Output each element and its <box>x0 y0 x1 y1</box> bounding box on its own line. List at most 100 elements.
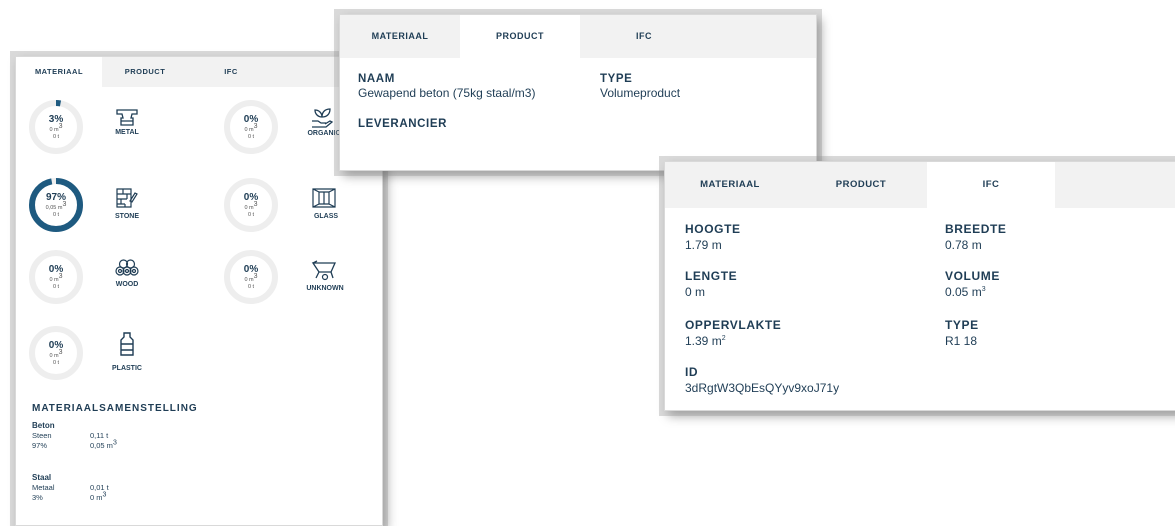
composition-title: MATERIAALSAMENSTELLING <box>32 403 198 414</box>
material-name: UNKNOWN <box>306 285 344 292</box>
material-percentage: 0% <box>243 192 259 203</box>
type-label: TYPE <box>600 73 633 85</box>
material-name: GLASS <box>313 213 339 220</box>
oppervlakte-value: 1.39 m2 <box>685 334 726 348</box>
material-volume: 0 m3 <box>244 201 258 211</box>
material-weight: 0 t <box>52 134 60 140</box>
composition-name: Beton <box>32 421 55 430</box>
breedte-value: 0.78 m <box>945 238 982 252</box>
composition-volume-value: 0 m <box>90 493 103 502</box>
composition-item-staal: Staal Metaal 0,01 t 3% 0 m3 <box>32 473 109 503</box>
type-value: Volumeproduct <box>600 86 681 100</box>
field-oppervlakte: OPPERVLAKTE 1.39 m2 <box>685 317 781 349</box>
composition-percentage: 97% <box>32 441 48 450</box>
product-panel: MATERIAAL PRODUCT IFC NAAM Gewapend beto… <box>339 14 817 171</box>
naam-label: NAAM <box>358 73 395 85</box>
donut-unknown: 0% 0 m3 0 t <box>223 249 279 305</box>
composition-volume: 0,05 m3 <box>90 439 117 451</box>
material-percentage: 0% <box>48 264 64 275</box>
material-name: METAL <box>115 129 139 136</box>
material-percentage: 0% <box>243 264 259 275</box>
material-percentage: 3% <box>48 114 64 125</box>
material-name: WOOD <box>115 281 139 288</box>
material-weight: 0 t <box>247 284 255 290</box>
composition-name: Staal <box>32 473 52 482</box>
donut-organic: 0% 0 m3 0 t <box>223 99 279 155</box>
volume-value: 0.05 m3 <box>945 285 986 299</box>
id-label: ID <box>685 365 699 379</box>
ifc-panel: MATERIAAL PRODUCT IFC HOOGTE 1.79 m BREE… <box>664 161 1175 411</box>
field-leverancier: LEVERANCIER <box>358 117 447 131</box>
material-percentage: 0% <box>48 340 64 351</box>
composition-category: Steen <box>32 431 52 440</box>
material-volume: 0 m3 <box>49 349 63 359</box>
type-value: R1 18 <box>945 334 978 348</box>
volume-number: 0.05 m <box>945 285 982 299</box>
window-icon <box>309 187 339 214</box>
composition-weight: 0,11 t <box>90 431 109 440</box>
material-weight: 0 t <box>52 360 60 366</box>
composition-item-beton: Beton Steen 0,11 t 97% 0,05 m3 <box>32 421 117 451</box>
volume-value: 0 m <box>49 353 59 359</box>
donut-plastic: 0% 0 m3 0 t <box>28 325 84 381</box>
lengte-value: 0 m <box>685 285 706 299</box>
material-panel: MATERIAAL PRODUCT IFC 3% 0 m3 0 t METAL … <box>15 56 383 526</box>
breedte-label: BREEDTE <box>945 222 1007 236</box>
material-panel-tabs: MATERIAAL PRODUCT IFC <box>16 57 382 87</box>
logs-icon <box>112 257 142 282</box>
material-volume: 0 m3 <box>49 273 63 283</box>
material-volume: 0,05 m3 <box>45 201 67 211</box>
field-id: ID 3dRgtW3QbEsQYyv9xoJ71y <box>685 364 839 396</box>
field-hoogte: HOOGTE 1.79 m <box>685 221 741 253</box>
material-weight: 0 t <box>52 212 60 218</box>
donut-stone: 97% 0,05 m3 0 t <box>28 177 84 233</box>
naam-value: Gewapend beton (75kg staal/m3) <box>358 86 536 100</box>
volume-label: VOLUME <box>945 269 1000 283</box>
material-volume: 0 m3 <box>244 273 258 283</box>
field-volume: VOLUME 0.05 m3 <box>945 268 1000 300</box>
bottle-icon <box>112 331 142 362</box>
field-breedte: BREEDTE 0.78 m <box>945 221 1007 253</box>
volume-value: 0 m <box>49 127 59 133</box>
tab-ifc[interactable]: IFC <box>927 162 1055 208</box>
brick-wall-icon <box>112 187 142 214</box>
material-volume: 0 m3 <box>244 123 258 133</box>
tab-materiaal[interactable]: MATERIAAL <box>340 15 460 58</box>
tab-product[interactable]: PRODUCT <box>102 57 188 87</box>
wheelbarrow-icon <box>309 259 339 286</box>
tab-ifc[interactable]: IFC <box>580 15 708 58</box>
volume-value: 0 m <box>244 277 254 283</box>
material-weight: 0 t <box>247 134 255 140</box>
tab-product[interactable]: PRODUCT <box>795 162 927 208</box>
field-type: TYPE R1 18 <box>945 317 979 349</box>
composition-category: Metaal <box>32 483 55 492</box>
tab-ifc[interactable]: IFC <box>188 57 274 87</box>
type-label: TYPE <box>945 318 979 332</box>
tab-materiaal[interactable]: MATERIAAL <box>665 162 795 208</box>
lengte-label: LENGTE <box>685 269 738 283</box>
material-weight: 0 t <box>52 284 60 290</box>
volume-value: 0 m <box>244 127 254 133</box>
field-lengte: LENGTE 0 m <box>685 268 737 300</box>
leverancier-label: LEVERANCIER <box>358 118 448 130</box>
hoogte-label: HOOGTE <box>685 222 741 236</box>
donut-metal: 3% 0 m3 0 t <box>28 99 84 155</box>
hoogte-value: 1.79 m <box>685 238 722 252</box>
material-name: PLASTIC <box>112 365 142 372</box>
product-panel-tabs: MATERIAAL PRODUCT IFC <box>340 15 816 58</box>
tab-materiaal[interactable]: MATERIAAL <box>16 57 102 87</box>
tab-product[interactable]: PRODUCT <box>460 15 580 58</box>
material-volume: 0 m3 <box>49 123 63 133</box>
oppervlakte-number: 1.39 m <box>685 334 722 348</box>
volume-value: 0 m <box>49 277 59 283</box>
material-percentage: 97% <box>45 192 66 203</box>
composition-volume-value: 0,05 m <box>90 441 113 450</box>
volume-value: 0 m <box>244 205 254 211</box>
id-value: 3dRgtW3QbEsQYyv9xoJ71y <box>685 381 840 395</box>
ifc-panel-tabs: MATERIAAL PRODUCT IFC <box>665 162 1175 208</box>
volume-value: 0,05 m <box>45 205 63 211</box>
material-percentage: 0% <box>243 114 259 125</box>
oppervlakte-label: OPPERVLAKTE <box>685 318 782 332</box>
donut-glass: 0% 0 m3 0 t <box>223 177 279 233</box>
composition-volume: 0 m3 <box>90 491 107 503</box>
